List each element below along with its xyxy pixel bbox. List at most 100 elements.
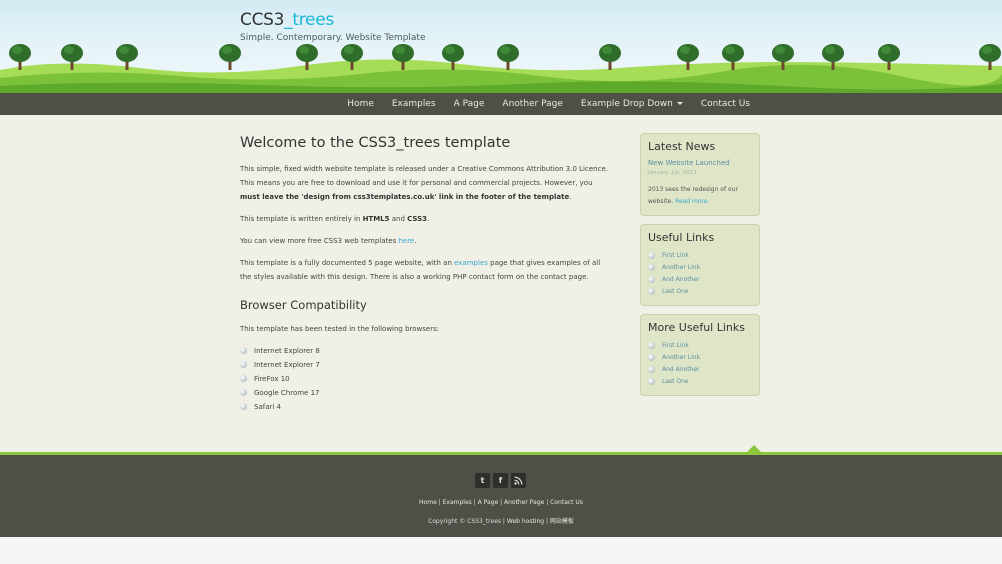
menu-item-example-drop-down[interactable]: Example Drop Down (572, 99, 692, 109)
social-icons: t f (475, 473, 526, 488)
bullet-icon (648, 276, 655, 283)
content-area: Welcome to the CSS3_trees template This … (0, 115, 1002, 452)
trees-hills-illustration (0, 44, 1002, 93)
tree-icon (219, 44, 241, 70)
tree-icon (497, 44, 519, 70)
intro-end: . (569, 193, 572, 201)
more-useful-links-box: More Useful Links First Link Another Lin… (640, 314, 760, 396)
sidebar-link[interactable]: First Link (662, 342, 689, 349)
sidebar-link[interactable]: First Link (662, 252, 689, 259)
list-item: Another Link (648, 352, 752, 364)
menu-item-home[interactable]: Home (338, 99, 383, 109)
templates-text: You can view more free CSS3 web template… (240, 237, 399, 245)
bullet-icon (648, 366, 655, 373)
period-text: . (427, 215, 430, 223)
useful-links-title: Useful Links (648, 231, 715, 244)
web-hosting-link[interactable]: Web hosting (507, 518, 544, 525)
browser-list: Internet Explorer 8 Internet Explorer 7 … (240, 344, 610, 414)
sidebar-link[interactable]: Another Link (662, 354, 700, 361)
more-useful-links-list: First Link Another Link And Another Last… (648, 340, 752, 388)
footer-links: Home | Examples | A Page | Another Page … (0, 499, 1002, 506)
menu-item-examples[interactable]: Examples (383, 99, 445, 109)
list-item-label: Google Chrome 17 (254, 389, 320, 397)
cn-templates-link[interactable]: 网站模板 (550, 518, 574, 525)
templates-end: . (414, 237, 417, 245)
list-item: And Another (648, 364, 752, 376)
latest-news-title: Latest News (648, 140, 716, 153)
list-item: FireFox 10 (240, 372, 610, 386)
news-item-date: January 1st, 2013 (648, 170, 697, 176)
site-header: CCS3_trees Simple. Contemporary. Website… (0, 0, 1002, 93)
bullet-icon (240, 347, 247, 354)
list-item: Safari 4 (240, 400, 610, 414)
examples-link[interactable]: examples (454, 259, 488, 267)
list-item: Last One (648, 376, 752, 388)
tested-paragraph: This template has been tested in the fol… (240, 325, 440, 333)
html5-bold: HTML5 (362, 215, 390, 223)
intro-bold-text: must leave the 'design from css3template… (240, 193, 570, 201)
logo-main-text: CCS3 (240, 10, 285, 30)
main-content: Welcome to the CSS3_trees template This … (240, 133, 610, 414)
site-logo[interactable]: CCS3_trees (240, 10, 334, 30)
bullet-icon (648, 264, 655, 271)
bullet-icon (240, 361, 247, 368)
news-item-title: New Website Launched (648, 159, 730, 167)
footer-link-a-page[interactable]: A Page (478, 499, 499, 506)
list-item: Internet Explorer 8 (240, 344, 610, 358)
main-menu-bar: Home Examples A Page Another Page Exampl… (0, 93, 1002, 115)
and-text: and (389, 215, 408, 223)
menu-item-contact-us[interactable]: Contact Us (692, 99, 759, 109)
main-menu: Home Examples A Page Another Page Exampl… (338, 93, 759, 115)
list-item: Another Link (648, 262, 752, 274)
page-title: Welcome to the CSS3_trees template (240, 135, 511, 151)
list-item-label: Internet Explorer 8 (254, 347, 320, 355)
menu-item-a-page[interactable]: A Page (445, 99, 494, 109)
footer-link-home[interactable]: Home (419, 499, 437, 506)
sidebar: Latest News New Website Launched January… (640, 133, 760, 404)
list-item-label: Safari 4 (254, 403, 281, 411)
menu-item-another-page[interactable]: Another Page (493, 99, 572, 109)
footer-notch (747, 445, 761, 452)
logo-accent-text: _trees (284, 10, 334, 30)
caret-down-icon (676, 102, 683, 105)
templates-paragraph: You can view more free CSS3 web template… (240, 234, 610, 248)
footer-link-examples[interactable]: Examples (443, 499, 472, 506)
sidebar-link[interactable]: Last One (662, 378, 689, 385)
news-item-text: 2013 sees the redesign of our website. R… (648, 184, 752, 208)
css3-bold: CSS3 (407, 215, 428, 223)
documented-text: This template is a fully documented 5 pa… (240, 259, 455, 267)
documented-paragraph: This template is a fully documented 5 pa… (240, 256, 610, 284)
bullet-icon (648, 252, 655, 259)
facebook-icon[interactable]: f (493, 473, 508, 488)
footer-link-contact-us[interactable]: Contact Us (550, 499, 583, 506)
sidebar-link[interactable]: And Another (662, 276, 700, 283)
rss-icon[interactable] (511, 473, 526, 488)
bullet-icon (240, 389, 247, 396)
twitter-icon[interactable]: t (475, 473, 490, 488)
useful-links-list: First Link Another Link And Another Last… (648, 250, 752, 298)
list-item: First Link (648, 340, 752, 352)
intro-paragraph: This simple, fixed width website templat… (240, 162, 610, 204)
bullet-icon (648, 378, 655, 385)
here-link[interactable]: here (398, 237, 414, 245)
copyright-text: Copyright © CSS3_trees (428, 518, 502, 525)
menu-item-example-drop-down-label: Example Drop Down (580, 99, 673, 109)
latest-news-box: Latest News New Website Launched January… (640, 133, 760, 216)
sidebar-link[interactable]: Another Link (662, 264, 700, 271)
list-item: And Another (648, 274, 752, 286)
list-item: Last One (648, 286, 752, 298)
bullet-icon (648, 354, 655, 361)
more-useful-links-title: More Useful Links (648, 321, 745, 334)
sidebar-link[interactable]: And Another (662, 366, 700, 373)
tree-icon (599, 44, 621, 70)
list-item: Internet Explorer 7 (240, 358, 610, 372)
bullet-icon (240, 403, 247, 410)
bullet-icon (648, 342, 655, 349)
list-item: First Link (648, 250, 752, 262)
intro-text: This simple, fixed width website templat… (240, 165, 608, 187)
read-more-link[interactable]: Read more (675, 198, 708, 205)
sidebar-link[interactable]: Last One (662, 288, 689, 295)
copyright: Copyright © CSS3_trees | Web hosting | 网… (0, 516, 1002, 525)
footer-link-another-page[interactable]: Another Page (504, 499, 544, 506)
useful-links-box: Useful Links First Link Another Link And… (640, 224, 760, 306)
